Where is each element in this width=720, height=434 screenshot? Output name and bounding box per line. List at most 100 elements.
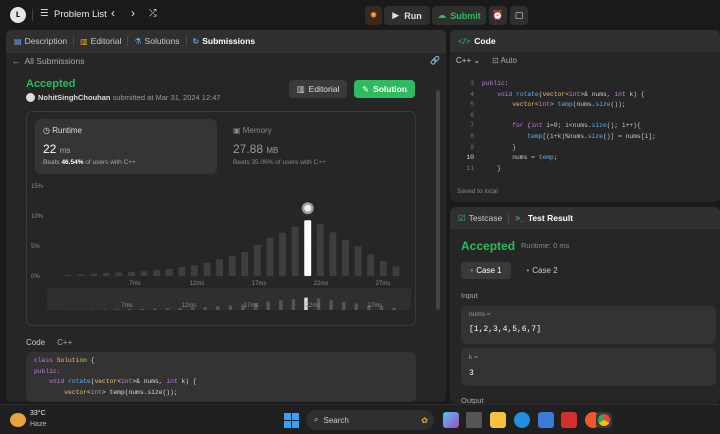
- bar[interactable]: [304, 220, 312, 276]
- code-line: for (int i=0; i<nums.size(); i++){: [512, 122, 641, 130]
- notes-icon[interactable]: ▢: [510, 6, 528, 25]
- overview-bar: [279, 300, 283, 310]
- bar[interactable]: [190, 265, 198, 276]
- tab-solutions[interactable]: ⚗ Solutions: [134, 36, 179, 46]
- leetcode-logo-icon[interactable]: ʟ: [10, 7, 26, 23]
- auto-mode-toggle[interactable]: ⊡ Auto: [492, 56, 517, 65]
- nums-value: [1,2,3,4,5,6,7]: [469, 325, 542, 334]
- copilot-icon[interactable]: [443, 412, 459, 428]
- solution-button[interactable]: ✎ Solution: [354, 80, 415, 98]
- store-icon[interactable]: [538, 412, 554, 428]
- next-problem-icon[interactable]: ›: [131, 6, 135, 20]
- mcafee-icon[interactable]: [561, 412, 577, 428]
- problem-list-link[interactable]: Problem List: [54, 9, 107, 20]
- bar[interactable]: [253, 244, 261, 276]
- overview-bar: [392, 307, 396, 310]
- overview-bar: [140, 308, 145, 310]
- status-accepted: Accepted: [26, 78, 76, 90]
- bar[interactable]: [279, 232, 286, 276]
- username[interactable]: NohitSinghChouhan: [38, 93, 110, 102]
- tab-label: Submissions: [202, 36, 256, 46]
- memory-value: 27.88 MB: [233, 142, 278, 156]
- x-tick-label: 7ms: [129, 281, 140, 287]
- nums-input-box[interactable]: nums = [1,2,3,4,5,6,7]: [461, 306, 716, 344]
- tab-description[interactable]: ▤ Description: [14, 36, 67, 46]
- bar[interactable]: [367, 254, 375, 276]
- taskbar-search[interactable]: ⌕ Search ✿: [306, 410, 434, 430]
- prev-problem-icon[interactable]: ‹: [111, 6, 115, 20]
- overview-bar: [77, 309, 82, 311]
- code-line: void rotate(vector<int>& nums, int k) {: [49, 378, 197, 385]
- memory-header: ▣ Memory: [233, 126, 272, 135]
- bar[interactable]: [329, 232, 337, 276]
- case-2-tab[interactable]: • Case 2: [517, 262, 567, 279]
- case-1-tab[interactable]: • Case 1: [461, 262, 511, 279]
- weather-temp[interactable]: 33°C: [30, 410, 46, 417]
- shuffle-icon[interactable]: ⤮: [149, 8, 157, 19]
- bar[interactable]: [77, 274, 85, 276]
- bar[interactable]: [266, 237, 274, 276]
- debug-icon[interactable]: ✸: [365, 6, 382, 25]
- top-bar: ʟ ☰ Problem List ‹ › ⤮ ✸ ▶ Run ☁ Submit ⏰ …: [0, 0, 720, 30]
- editor-title[interactable]: Code: [474, 36, 495, 46]
- memory-card[interactable]: ▣ Memory 27.88 MB Beats 35.06% of users …: [233, 119, 403, 174]
- bar[interactable]: [153, 270, 161, 276]
- bar[interactable]: [216, 259, 224, 276]
- task-view-icon[interactable]: [466, 412, 482, 428]
- code-line: public:: [34, 367, 61, 375]
- submit-button[interactable]: ☁ Submit: [432, 6, 486, 25]
- code-language: C++: [57, 338, 73, 347]
- code-line: public:: [482, 80, 509, 87]
- all-submissions-link[interactable]: ← All Submissions: [12, 56, 85, 66]
- test-result-panel: ☑ Testcase >_ Test Result Accepted Runtime…: [450, 207, 720, 404]
- y-tick-label: 5%: [31, 244, 40, 250]
- editorial-button[interactable]: ▥ Editorial: [289, 80, 347, 98]
- language-select[interactable]: C++ ⌄: [456, 56, 480, 65]
- link-icon[interactable]: 🔗: [430, 56, 440, 65]
- edge-icon[interactable]: [514, 412, 530, 428]
- bar[interactable]: [392, 266, 400, 276]
- bar[interactable]: [203, 262, 211, 276]
- overview-tick-label: 7ms: [121, 303, 132, 309]
- runtime-card[interactable]: ◷ Runtime 22 ms Beats 46.54% of users wi…: [35, 119, 217, 174]
- tab-submissions[interactable]: ↻ Submissions: [193, 36, 256, 46]
- highlight-avatar-marker: [304, 204, 312, 212]
- line-number: 7: [470, 122, 474, 130]
- search-highlight-icon: ✿: [421, 415, 428, 425]
- bar[interactable]: [354, 246, 362, 276]
- line-number: 9: [470, 143, 474, 151]
- file-explorer-icon[interactable]: [490, 412, 506, 428]
- bar[interactable]: [379, 261, 387, 276]
- tab-test-result[interactable]: >_ Test Result: [515, 213, 573, 223]
- bar[interactable]: [140, 271, 148, 276]
- k-input-box[interactable]: k = 3: [461, 348, 716, 386]
- windows-start-icon[interactable]: [284, 413, 299, 428]
- alarm-icon[interactable]: ⏰: [489, 6, 507, 25]
- submitted-code-block[interactable]: class Solution { public: void rotate(vec…: [26, 352, 416, 402]
- k-label: k =: [469, 354, 478, 361]
- bar[interactable]: [316, 224, 324, 276]
- bar[interactable]: [115, 272, 123, 276]
- tab-editorial[interactable]: ▥ Editorial: [80, 36, 121, 46]
- bar[interactable]: [291, 226, 299, 276]
- bar[interactable]: [90, 273, 98, 276]
- bar[interactable]: [102, 273, 110, 276]
- bar[interactable]: [241, 252, 249, 276]
- avatar[interactable]: [26, 93, 35, 102]
- bar[interactable]: [178, 267, 186, 276]
- code-editor[interactable]: 3 4 5 6 7 8 9 10 11 public: void rotate(vector<in…: [450, 74, 720, 184]
- runtime-distribution-chart[interactable]: 15% 10% 5% 0% 7ms 12ms 17ms 22ms 27ms 7ms 12ms 17ms…: [27, 176, 415, 324]
- bar[interactable]: [127, 271, 135, 276]
- bar[interactable]: [228, 255, 236, 276]
- tab-testcase[interactable]: ☑ Testcase: [458, 213, 502, 224]
- bar[interactable]: [165, 268, 173, 276]
- left-panel: ▤ Description ▥ Editorial ⚗ Solutions ↻ Subm…: [6, 30, 446, 402]
- bar[interactable]: [342, 240, 349, 276]
- bar[interactable]: [65, 274, 72, 276]
- scrollbar[interactable]: [436, 90, 440, 310]
- chrome-icon[interactable]: [596, 412, 612, 428]
- run-button[interactable]: ▶ Run: [384, 6, 430, 25]
- weather-icon[interactable]: [10, 413, 26, 427]
- list-icon[interactable]: ☰: [40, 8, 49, 19]
- submission-meta: NohitSinghChouhan submitted at Mar 31, 2…: [38, 93, 221, 102]
